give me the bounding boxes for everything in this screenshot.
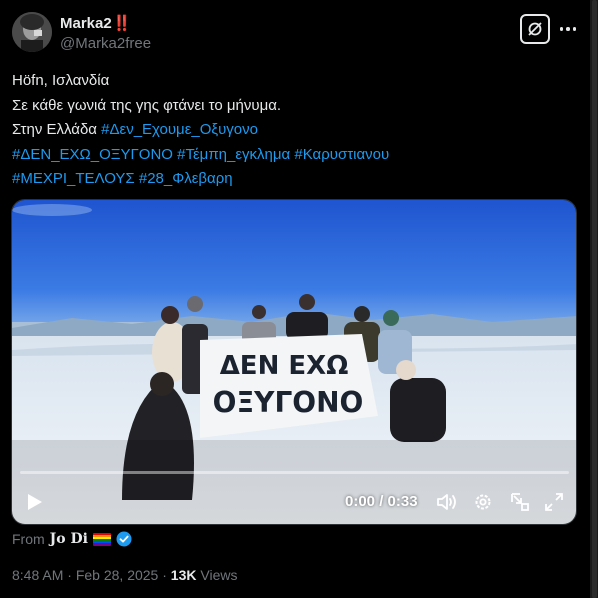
post-line-3-text: Στην Ελλάδα (12, 121, 102, 138)
post-container: Marka2‼️ @Marka2free Höfn, Ισλανδία Σε κ… (0, 0, 590, 598)
play-icon (28, 494, 42, 510)
video-time: 0:00 / 0:33 (345, 493, 418, 510)
views-count: 13K (170, 567, 197, 583)
post-line-2: Σε κάθε γωνιά της γης φτάνει το μήνυμα. (12, 96, 282, 114)
post-metadata: 8:48 AM · Feb 28, 2025 · 13K Views (12, 567, 237, 583)
post-hashtags-row-1: #ΔΕΝ_ΕΧΩ_ΟΞΥΓΟΝΟ #Τέμπη_εγκλημα #Καρυστι… (12, 143, 389, 168)
views-label: Views (200, 567, 238, 583)
post-line-1: Höfn, Ισλανδία (12, 72, 110, 89)
author-display-name[interactable]: Marka2‼️ (60, 14, 131, 32)
author-handle[interactable]: @Marka2free (60, 35, 151, 52)
volume-button[interactable] (435, 491, 459, 513)
scrollbar[interactable] (590, 0, 598, 598)
pip-icon (511, 493, 529, 511)
more-icon[interactable] (555, 18, 581, 40)
post-time[interactable]: 8:48 AM (12, 567, 63, 583)
media-attribution: From 𝐉𝐨 𝐃𝐢 (12, 531, 132, 547)
double-exclamation-emoji: ‼️ (112, 15, 132, 32)
video-player[interactable]: ΔΕΝ ΕΧΩ ΟΞΥΓΟΝΟ 0:00 / 0:33 (11, 199, 577, 525)
post-hashtags-row-2: #ΜΕΧΡΙ_ΤΕΛΟΥΣ #28_Φλεβαρη (12, 167, 389, 192)
video-progress-bar[interactable] (20, 471, 569, 474)
video-frame: ΔΕΝ ΕΧΩ ΟΞΥΓΟΝΟ (12, 200, 576, 524)
separator-dot: · (67, 567, 72, 583)
fullscreen-icon (545, 493, 563, 511)
rainbow-flag-icon (92, 532, 111, 546)
author-name-text: Marka2 (60, 15, 112, 32)
settings-icon (475, 494, 491, 510)
hashtag-link[interactable]: #ΜΕΧΡΙ_ΤΕΛΟΥΣ (12, 170, 135, 187)
hashtag-link[interactable]: #Τέμπη_εγκλημα (177, 146, 290, 163)
volume-icon (437, 494, 456, 510)
hashtag-link[interactable]: #Καρυστιανου (294, 146, 389, 163)
scrollbar-thumb[interactable] (592, 0, 597, 598)
grok-icon (528, 22, 542, 36)
verified-badge-icon (116, 531, 132, 547)
source-account-link[interactable]: 𝐉𝐨 𝐃𝐢 (50, 531, 88, 547)
fullscreen-button[interactable] (542, 490, 566, 514)
settings-button[interactable] (472, 491, 494, 513)
separator-dot: · (162, 567, 167, 583)
post-date[interactable]: Feb 28, 2025 (76, 567, 159, 583)
avatar[interactable] (12, 12, 52, 52)
grok-button[interactable] (520, 14, 550, 44)
banner-text-line-1: ΔΕΝ ΕΧΩ (220, 351, 349, 381)
picture-in-picture-button[interactable] (508, 490, 532, 514)
hashtag-link[interactable]: #ΔΕΝ_ΕΧΩ_ΟΞΥΓΟΝΟ (12, 146, 173, 163)
hashtag-link[interactable]: #Δεν_Εχουμε_Οξυγονο (101, 121, 258, 138)
hashtag-link[interactable]: #28_Φλεβαρη (139, 170, 233, 187)
post-line-3: Στην Ελλάδα #Δεν_Εχουμε_Οξυγονο (12, 118, 389, 143)
play-button[interactable] (24, 490, 46, 514)
from-label: From (12, 531, 45, 547)
post-text: Höfn, Ισλανδία Σε κάθε γωνιά της γης φτά… (12, 69, 389, 192)
banner-text-line-2: ΟΞΥΓΟΝΟ (213, 386, 364, 419)
